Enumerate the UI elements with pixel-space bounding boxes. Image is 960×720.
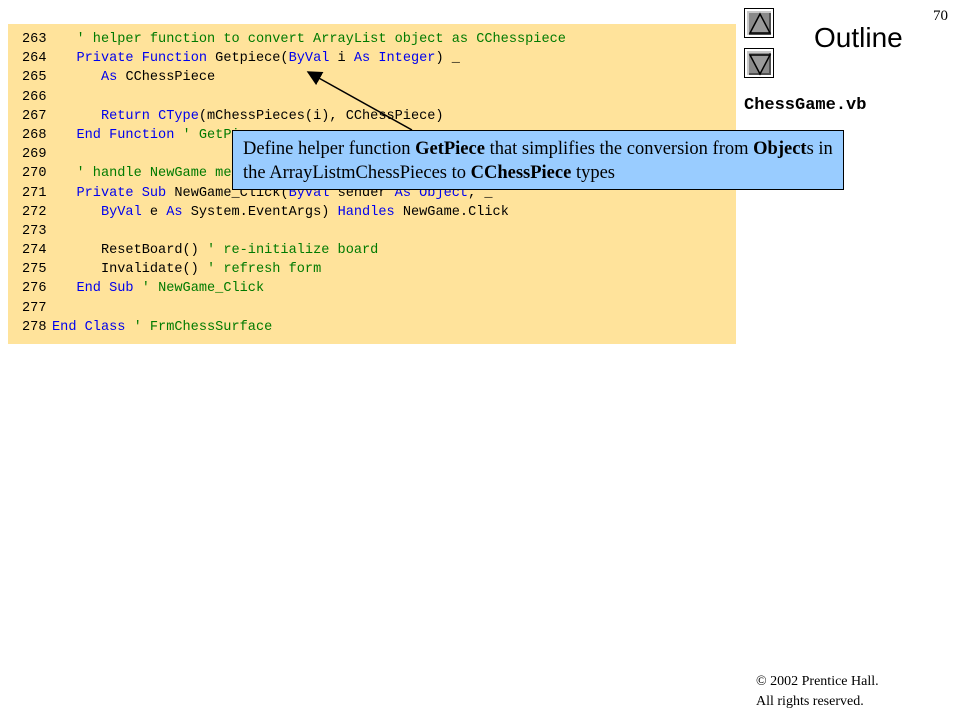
- code-keyword: Private Sub: [76, 185, 175, 201]
- code-keyword: ByVal: [288, 51, 338, 67]
- line-number: 268: [22, 127, 47, 143]
- code-comment: ' re-initialize board: [207, 243, 379, 259]
- code-text: i: [337, 51, 354, 67]
- line-number: 276: [22, 281, 47, 297]
- line-number: 271: [22, 185, 47, 201]
- code-text: ResetBoard(): [100, 243, 208, 259]
- callout-box: Define helper function GetPiece that sim…: [232, 130, 844, 190]
- code-keyword: Handles: [337, 204, 403, 220]
- code-line: 266: [22, 88, 566, 107]
- code-text: e: [149, 204, 167, 220]
- previous-slide-button[interactable]: [744, 8, 774, 38]
- callout-text: that simplifies the conversion from: [484, 139, 754, 159]
- callout-emphasis: CChessPiece: [470, 163, 572, 183]
- code-comment: ' refresh form: [207, 262, 322, 278]
- code-keyword: End Class: [52, 319, 134, 335]
- line-number: 266: [22, 89, 47, 105]
- copyright-line-2: All rights reserved.: [756, 694, 864, 709]
- code-line: 274 ResetBoard() ' re-initialize board: [22, 241, 566, 260]
- code-comment: ' helper function to convert ArrayList o…: [76, 32, 566, 47]
- line-number: 269: [22, 147, 47, 163]
- code-text: NewGame.Click: [402, 204, 509, 220]
- code-keyword: As Integer: [353, 51, 436, 67]
- copyright-line-1: © 2002 Prentice Hall.: [756, 674, 879, 689]
- callout-text: types: [571, 163, 616, 183]
- callout-emphasis: GetPiece: [415, 139, 485, 159]
- code-line: 263 ' helper function to convert ArrayLi…: [22, 30, 566, 49]
- line-number: 273: [22, 223, 47, 239]
- code-text: ) _: [435, 51, 460, 67]
- code-line: 267 Return CType(mChessPieces(i), CChess…: [22, 107, 566, 126]
- code-line: 264 Private Function Getpiece(ByVal i As…: [22, 49, 566, 68]
- code-line: 277: [22, 299, 566, 318]
- code-keyword: As: [100, 70, 126, 86]
- callout-emphasis: Object: [753, 139, 807, 159]
- code-keyword: As: [166, 204, 191, 220]
- callout-text: Define helper function: [243, 139, 416, 159]
- code-text: Invalidate(): [100, 262, 208, 278]
- line-number: 272: [22, 204, 47, 220]
- outline-title: Outline: [814, 22, 903, 53]
- code-comment: ' FrmChessSurface: [133, 319, 273, 335]
- code-text: CChessPiece: [125, 70, 216, 86]
- code-text: (mChessPieces(i), CChessPiece): [198, 108, 444, 124]
- triangle-down-icon: [748, 54, 772, 76]
- code-text: Getpiece(: [215, 51, 289, 67]
- triangle-up-icon: [748, 12, 772, 34]
- copyright: © 2002 Prentice Hall. All rights reserve…: [756, 672, 879, 712]
- code-keyword: CType: [158, 108, 199, 124]
- code-keyword: Return: [100, 108, 159, 124]
- line-number: 265: [22, 70, 47, 86]
- page-number: 70: [933, 8, 948, 24]
- next-slide-button[interactable]: [744, 48, 774, 78]
- code-keyword: End Sub: [76, 281, 142, 297]
- line-number: 278: [22, 319, 47, 335]
- code-text: System.EventArgs): [190, 204, 338, 220]
- code-keyword: End Function: [76, 127, 183, 143]
- line-number: 277: [22, 300, 47, 316]
- file-name: ChessGame.vb: [744, 96, 867, 115]
- code-line: 265 As CChessPiece: [22, 68, 566, 87]
- line-number: 263: [22, 32, 47, 47]
- line-number: 274: [22, 243, 47, 259]
- code-line: 276 End Sub ' NewGame_Click: [22, 279, 566, 298]
- code-keyword: ByVal: [100, 204, 150, 220]
- code-line: 278 End Class ' FrmChessSurface: [22, 318, 566, 337]
- code-comment: ' NewGame_Click: [141, 281, 265, 297]
- line-number: 275: [22, 262, 47, 278]
- code-line: 275 Invalidate() ' refresh form: [22, 260, 566, 279]
- code-line: 273: [22, 222, 566, 241]
- code-keyword: Private Function: [76, 51, 216, 67]
- line-number: 270: [22, 166, 47, 182]
- code-line: 272 ByVal e As System.EventArgs) Handles…: [22, 203, 566, 222]
- line-number: 267: [22, 108, 47, 124]
- line-number: 264: [22, 51, 47, 67]
